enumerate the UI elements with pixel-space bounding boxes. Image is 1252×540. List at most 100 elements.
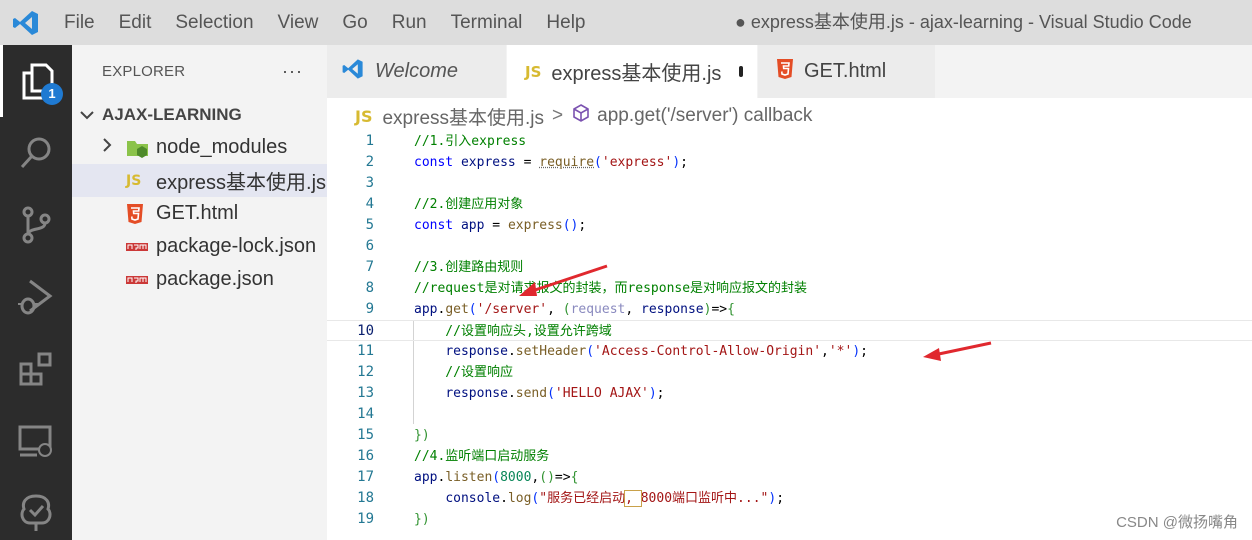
code-line: 18 console.log("服务已经启动, 8000端口监听中..."); <box>327 488 1252 509</box>
tree-item-package-lock[interactable]: package-lock.json <box>72 230 327 263</box>
tree-item-get-html[interactable]: GET.html <box>72 197 327 230</box>
menu-run[interactable]: Run <box>380 0 439 45</box>
explorer-title: EXPLORER <box>102 63 186 80</box>
code-text: //设置响应头,设置允许跨域 <box>414 324 612 339</box>
menu-terminal[interactable]: Terminal <box>439 0 535 45</box>
tree-item-label: node_modules <box>156 136 288 158</box>
code-line: 13 response.send('HELLO AJAX'); <box>327 383 1252 404</box>
line-number: 1 <box>365 133 374 149</box>
line-number: 9 <box>365 301 374 317</box>
js-file-icon: JS <box>355 106 373 126</box>
line-number: 3 <box>365 175 374 191</box>
js-file-icon: JS <box>126 172 142 189</box>
chevron-down-icon <box>80 107 102 123</box>
tree-item-express-js[interactable]: JS express基本使用.js <box>72 164 327 197</box>
watermark: CSDN @微扬嘴角 <box>1116 514 1238 531</box>
title-bar: File Edit Selection View Go Run Terminal… <box>0 0 1252 45</box>
code-line: 19}) <box>327 509 1252 530</box>
annotation-arrow-icon <box>923 341 992 361</box>
run-debug-icon[interactable] <box>0 261 72 333</box>
vscode-tab-icon <box>341 57 365 86</box>
code-text: //设置响应 <box>414 365 513 380</box>
more-actions-icon[interactable]: ··· <box>282 61 303 82</box>
code-text: const express = require('express'); <box>414 155 688 170</box>
js-file-icon: JS <box>525 62 542 81</box>
code-line: 7 //3.创建路由规则 <box>327 257 1252 278</box>
code-line: 1 //1.引入express <box>327 131 1252 152</box>
code-line: 2 const express = require('express'); <box>327 152 1252 173</box>
line-number: 2 <box>365 154 374 170</box>
cube-icon <box>571 103 591 129</box>
line-number: 6 <box>365 238 374 254</box>
code-line: 8//request是对请求报文的封装，而response是对响应报文的封装 <box>327 278 1252 299</box>
source-control-icon[interactable] <box>0 189 72 261</box>
menu-selection[interactable]: Selection <box>163 0 265 45</box>
tab-label: GET.html <box>804 60 887 82</box>
workspace-folder-name: AJAX-LEARNING <box>102 104 242 124</box>
explorer-badge: 1 <box>41 83 63 105</box>
vscode-logo-icon <box>0 0 52 45</box>
tab-express-js[interactable]: JS express基本使用.js <box>507 45 758 98</box>
npm-file-icon <box>126 242 156 252</box>
line-number: 5 <box>365 217 374 233</box>
code-text: console.log("服务已经启动, 8000端口监听中..."); <box>445 490 785 507</box>
line-number: 11 <box>357 343 374 359</box>
testing-icon[interactable] <box>0 477 72 540</box>
code-line: 9 app.get('/server', (request, response)=… <box>327 299 1252 320</box>
breadcrumb-symbol[interactable]: app.get('/server') callback <box>597 105 812 127</box>
tab-label: express基本使用.js <box>551 63 722 85</box>
extensions-icon[interactable] <box>0 333 72 405</box>
tab-get-html[interactable]: GET.html <box>758 45 936 98</box>
breadcrumb-file[interactable]: express基本使用.js <box>382 103 544 130</box>
code-line: 4 //2.创建应用对象 <box>327 194 1252 215</box>
code-line: 15}) <box>327 425 1252 446</box>
workspace-folder[interactable]: AJAX-LEARNING <box>72 98 327 131</box>
remote-explorer-icon[interactable] <box>0 405 72 477</box>
code-text: //1.引入express <box>414 134 527 149</box>
line-number: 18 <box>357 490 374 506</box>
npm-file-icon <box>126 275 156 285</box>
code-text: //2.创建应用对象 <box>414 197 524 212</box>
tree-item-package-json[interactable]: package.json <box>72 263 327 296</box>
tab-welcome[interactable]: Welcome <box>327 45 507 98</box>
line-number: 14 <box>357 406 374 422</box>
line-number: 10 <box>357 323 374 339</box>
tree-item-label: package-lock.json <box>156 235 317 257</box>
line-number: 8 <box>365 280 374 296</box>
line-number: 16 <box>357 448 374 464</box>
code-line: 14 <box>327 404 1252 425</box>
line-number: 13 <box>357 385 374 401</box>
explorer-icon[interactable]: 1 <box>0 45 72 117</box>
menu-go[interactable]: Go <box>330 0 379 45</box>
menu-help[interactable]: Help <box>534 0 597 45</box>
code-text: response.setHeader('Access-Control-Allow… <box>445 344 868 359</box>
search-icon[interactable] <box>0 117 72 189</box>
code-text: //3.创建路由规则 <box>414 260 524 275</box>
html-file-icon <box>126 203 156 225</box>
line-number: 17 <box>357 469 374 485</box>
line-number: 15 <box>357 427 374 443</box>
code-editor[interactable]: 1 //1.引入express 2 const express = require(… <box>327 131 1252 540</box>
code-line: 3 <box>327 173 1252 194</box>
menu-edit[interactable]: Edit <box>107 0 164 45</box>
menu-file[interactable]: File <box>52 0 107 45</box>
code-text: response.send('HELLO AJAX'); <box>445 386 665 401</box>
activity-bar: 1 <box>0 45 72 540</box>
menu-view[interactable]: View <box>266 0 331 45</box>
code-line: 6 <box>327 236 1252 257</box>
html-file-icon <box>776 58 794 85</box>
code-line: 17 app.listen(8000,()=>{ <box>327 467 1252 488</box>
code-line: 11 response.setHeader('Access-Control-Al… <box>327 341 1252 362</box>
code-line: 5 const app = express(); <box>327 215 1252 236</box>
unsaved-dot-icon[interactable] <box>739 66 743 77</box>
code-text: const app = express(); <box>414 218 587 233</box>
code-text: app.listen(8000,()=>{ <box>414 470 579 485</box>
breadcrumb: JS express基本使用.js > app.get('/server') c… <box>355 98 812 134</box>
tree-item-node-modules[interactable]: node_modules <box>72 131 327 164</box>
explorer-sidebar: EXPLORER ··· AJAX-LEARNING node_modules … <box>72 45 327 540</box>
annotation-arrow-icon <box>519 264 608 296</box>
tree-item-label: GET.html <box>156 202 239 224</box>
code-text: //4.监听端口启动服务 <box>414 449 550 464</box>
line-number: 4 <box>365 196 374 212</box>
code-text: app.get('/server', (request, response)=>… <box>414 302 735 317</box>
